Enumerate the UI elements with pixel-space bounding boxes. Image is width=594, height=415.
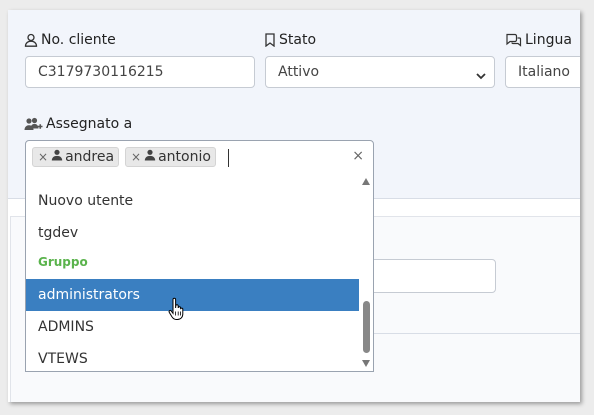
assigned-multiselect[interactable]: × andrea × antonio ×: [25, 140, 374, 174]
hand-cursor-icon: [168, 297, 184, 325]
client-no-field[interactable]: C3179730116215: [25, 56, 255, 88]
list-item[interactable]: [26, 173, 359, 185]
chevron-down-icon: [476, 68, 486, 84]
user-icon: [24, 33, 38, 47]
assigned-label: Assegnato a: [24, 116, 132, 132]
scroll-up-arrow-icon[interactable]: [362, 178, 370, 185]
chat-icon: [505, 33, 522, 47]
scroll-down-arrow-icon[interactable]: [362, 360, 370, 367]
users-add-icon: [24, 117, 43, 131]
option-nuovo-utente[interactable]: Nuovo utente: [26, 185, 359, 217]
scroll-thumb[interactable]: [363, 301, 370, 353]
user-icon: [144, 149, 156, 165]
clear-all-button[interactable]: ×: [352, 148, 364, 164]
option-admins[interactable]: ADMINS: [26, 311, 359, 343]
status-select[interactable]: Attivo: [265, 56, 495, 88]
divider: [361, 333, 580, 334]
option-vtews[interactable]: VTEWS: [26, 343, 359, 371]
bookmark-icon: [264, 33, 276, 47]
secondary-field[interactable]: [361, 259, 496, 293]
option-administrators[interactable]: administrators: [26, 279, 359, 311]
status-label: Stato: [264, 32, 316, 48]
tag-antonio: × antonio: [125, 147, 216, 167]
assigned-dropdown[interactable]: Nuovo utente tgdev Gruppo administrators…: [25, 173, 374, 372]
group-header: Gruppo: [38, 255, 88, 269]
tag-andrea: × andrea: [32, 147, 119, 167]
user-icon: [51, 149, 63, 165]
text-caret: [228, 149, 229, 167]
option-tgdev[interactable]: tgdev: [26, 217, 359, 249]
screenshot-frame: No. cliente C3179730116215 Stato Attivo …: [8, 10, 580, 402]
dropdown-scrollbar[interactable]: [359, 173, 373, 371]
tag-remove-button[interactable]: ×: [131, 150, 141, 164]
client-no-label: No. cliente: [24, 32, 116, 48]
tag-remove-button[interactable]: ×: [38, 150, 48, 164]
language-select[interactable]: Italiano: [505, 56, 580, 88]
language-label: Lingua: [505, 32, 572, 48]
